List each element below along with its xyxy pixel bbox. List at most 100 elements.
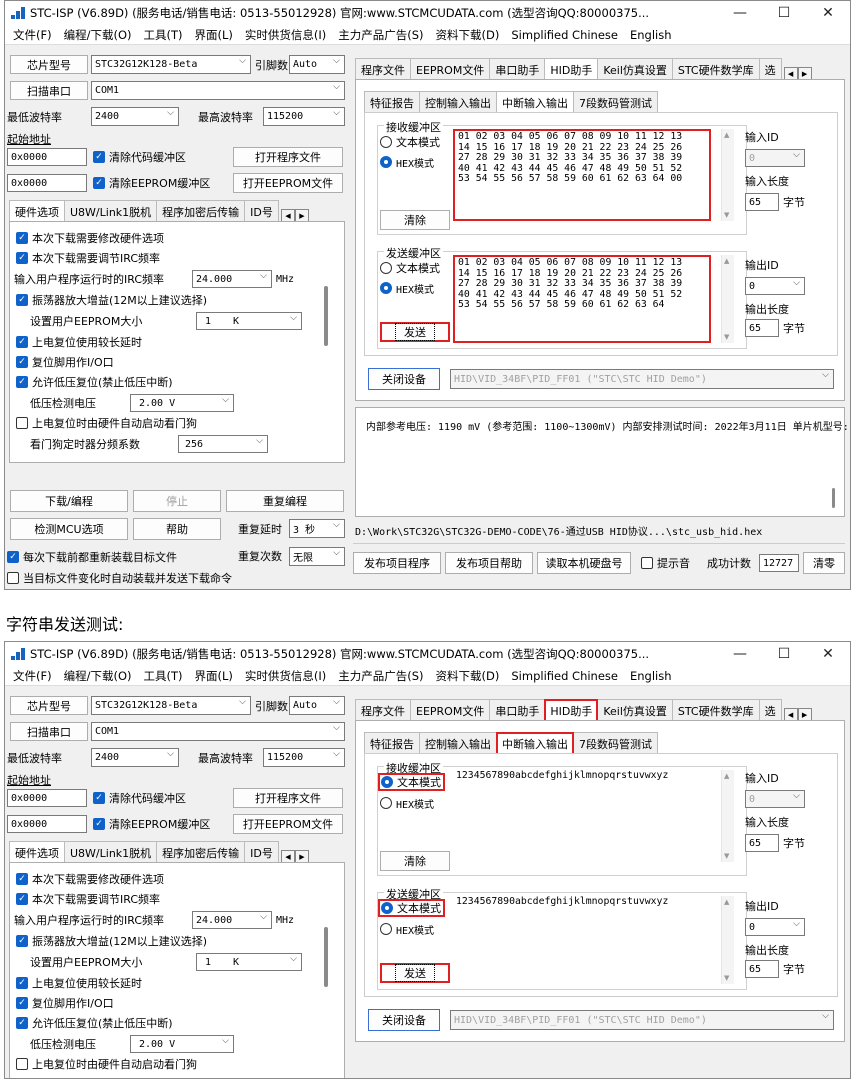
open-eeprom-button[interactable]: 打开EEPROM文件 (233, 814, 343, 834)
tab-encrypt[interactable]: 程序加密后传输 (156, 200, 246, 223)
lv-select[interactable]: 2.00 V (130, 394, 234, 412)
max-baud-select[interactable]: 115200 (263, 107, 345, 126)
rx-buffer[interactable]: 1234567890abcdefghijklmnopqrstuvwxyz (453, 770, 711, 862)
menu-ads[interactable]: 主力产品广告(S) (332, 27, 429, 43)
subtab-7seg[interactable]: 7段数码管测试 (573, 732, 658, 755)
lv-select[interactable]: 2.00 V (130, 1035, 234, 1053)
port-select[interactable]: COM1 (91, 722, 345, 741)
wdt-select[interactable]: 256 (178, 435, 268, 453)
device-select[interactable]: HID\VID_34BF\PID_FF01 ("STC\STC HID Demo… (450, 1010, 834, 1030)
rx-scrollbar[interactable] (721, 129, 734, 221)
tab-more[interactable]: 选 (758, 58, 782, 81)
read-disk-button[interactable]: 读取本机硬盘号 (537, 552, 631, 574)
option-osc-gain[interactable]: ✓ 振荡器放大增益(12M以上建议选择) (16, 292, 207, 308)
pins-select[interactable]: Auto (289, 696, 345, 715)
options-scrollbar[interactable] (324, 286, 328, 346)
rx-text-mode[interactable]: 文本模式 (380, 134, 440, 150)
option-watchdog[interactable]: 上电复位时由硬件自动启动看门狗 (16, 415, 197, 431)
menu-chinese[interactable]: Simplified Chinese (505, 28, 624, 42)
menu-program[interactable]: 编程/下载(O) (58, 27, 138, 43)
device-select[interactable]: HID\VID_34BF\PID_FF01 ("STC\STC HID Demo… (450, 369, 834, 389)
option-long-delay[interactable]: ✓ 上电复位使用较长延时 (16, 334, 142, 350)
clear-eeprom-option[interactable]: ✓ 清除EEPROM缓冲区 (93, 174, 210, 192)
in-len-input[interactable]: 65 (745, 193, 779, 211)
open-program-button[interactable]: 打开程序文件 (233, 147, 343, 167)
minimize-button[interactable]: — (718, 5, 762, 21)
option-reset-io[interactable]: ✓ 复位脚用作I/O口 (16, 995, 114, 1011)
menu-tools[interactable]: 工具(T) (138, 668, 189, 684)
options-scrollbar[interactable] (324, 927, 328, 987)
irc-frequency-select[interactable]: 24.000 (192, 911, 272, 929)
menu-downloads[interactable]: 资料下载(D) (430, 27, 506, 43)
tab-eeprom-file[interactable]: EEPROM文件 (410, 699, 491, 722)
menu-interface[interactable]: 界面(L) (189, 668, 239, 684)
tx-buffer[interactable]: 1234567890abcdefghijklmnopqrstuvwxyz (453, 896, 711, 984)
option-watchdog[interactable]: 上电复位时由硬件自动启动看门狗 (16, 1056, 197, 1072)
delay-select[interactable]: 3 秒 (289, 519, 345, 538)
tab-u8w[interactable]: U8W/Link1脱机 (64, 200, 158, 223)
code-address-input[interactable]: 0x0000 (7, 789, 87, 807)
clear-eeprom-option[interactable]: ✓ 清除EEPROM缓冲区 (93, 815, 210, 833)
scan-port-button[interactable]: 扫描串口 (10, 722, 88, 741)
clear-code-option[interactable]: ✓ 清除代码缓冲区 (93, 789, 186, 807)
tx-buffer[interactable]: 01 02 03 04 05 06 07 08 09 10 11 12 13 1… (453, 255, 711, 343)
in-id-select[interactable]: 0 (745, 149, 805, 167)
rx-scrollbar[interactable] (721, 770, 734, 862)
reprogram-button[interactable]: 重复编程 (226, 490, 344, 512)
publish-button[interactable]: 发布项目程序 (353, 552, 441, 574)
rx-buffer[interactable]: 01 02 03 04 05 06 07 08 09 10 11 12 13 1… (453, 129, 711, 221)
tx-scrollbar[interactable] (721, 896, 734, 984)
eeprom-size-select[interactable]: 1K (196, 312, 302, 330)
menu-interface[interactable]: 界面(L) (189, 27, 239, 43)
help-button[interactable]: 帮助 (133, 518, 221, 540)
tab-u8w[interactable]: U8W/Link1脱机 (64, 841, 158, 864)
chip-model-select[interactable]: STC32G12K128-Beta (91, 696, 251, 715)
tab-program-file[interactable]: 程序文件 (355, 58, 411, 81)
menu-downloads[interactable]: 资料下载(D) (430, 668, 506, 684)
menu-chinese[interactable]: Simplified Chinese (505, 669, 624, 683)
port-select[interactable]: COM1 (91, 81, 345, 100)
menu-tools[interactable]: 工具(T) (138, 27, 189, 43)
tab-id[interactable]: ID号 (244, 200, 279, 223)
send-button[interactable]: 发送 (380, 322, 450, 342)
menu-program[interactable]: 编程/下载(O) (58, 668, 138, 684)
menu-file[interactable]: 文件(F) (7, 668, 58, 684)
rx-hex-mode[interactable]: HEX模式 (380, 154, 434, 170)
option-long-delay[interactable]: ✓ 上电复位使用较长延时 (16, 975, 142, 991)
menu-english[interactable]: English (624, 669, 678, 683)
menu-supply[interactable]: 实时供货信息(I) (239, 668, 332, 684)
maximize-button[interactable]: ☐ (762, 5, 806, 21)
subtab-feature[interactable]: 特征报告 (364, 91, 420, 114)
subtab-feature[interactable]: 特征报告 (364, 732, 420, 755)
option-reset-io[interactable]: ✓ 复位脚用作I/O口 (16, 354, 114, 370)
tx-scrollbar[interactable] (721, 255, 734, 343)
tab-eeprom-file[interactable]: EEPROM文件 (410, 58, 491, 81)
option-lv-reset[interactable]: ✓ 允许低压复位(禁止低压中断) (16, 374, 173, 390)
chip-model-button[interactable]: 芯片型号 (10, 696, 88, 715)
clear-button[interactable]: 清除 (380, 210, 450, 230)
tx-text-mode[interactable]: 文本模式 (380, 260, 440, 276)
download-button[interactable]: 下载/编程 (10, 490, 128, 512)
info-scrollbar[interactable] (832, 488, 835, 508)
tx-hex-mode[interactable]: HEX模式 (380, 921, 434, 937)
code-address-input[interactable]: 0x0000 (7, 148, 87, 166)
option-modify-hw[interactable]: ✓ 本次下载需要修改硬件选项 (16, 871, 164, 887)
menu-ads[interactable]: 主力产品广告(S) (332, 668, 429, 684)
clear-button[interactable]: 清除 (380, 851, 450, 871)
tx-text-mode[interactable]: 文本模式 (378, 899, 445, 917)
irc-frequency-select[interactable]: 24.000 (192, 270, 272, 288)
eeprom-size-select[interactable]: 1K (196, 953, 302, 971)
rx-text-mode[interactable]: 文本模式 (378, 773, 445, 791)
clear-code-option[interactable]: ✓ 清除代码缓冲区 (93, 148, 186, 166)
close-device-button[interactable]: 关闭设备 (368, 1009, 440, 1031)
chip-model-button[interactable]: 芯片型号 (10, 55, 88, 74)
out-len-input[interactable]: 65 (745, 960, 779, 978)
tab-serial[interactable]: 串口助手 (489, 699, 546, 722)
publish-help-button[interactable]: 发布项目帮助 (445, 552, 533, 574)
tab-id[interactable]: ID号 (244, 841, 279, 864)
close-button[interactable]: ✕ (806, 646, 850, 662)
option-adjust-irc[interactable]: ✓ 本次下载需要调节IRC频率 (16, 891, 160, 907)
stop-button[interactable]: 停止 (133, 490, 221, 512)
subtab-control[interactable]: 控制输入输出 (419, 732, 497, 755)
subtab-control[interactable]: 控制输入输出 (419, 91, 497, 114)
